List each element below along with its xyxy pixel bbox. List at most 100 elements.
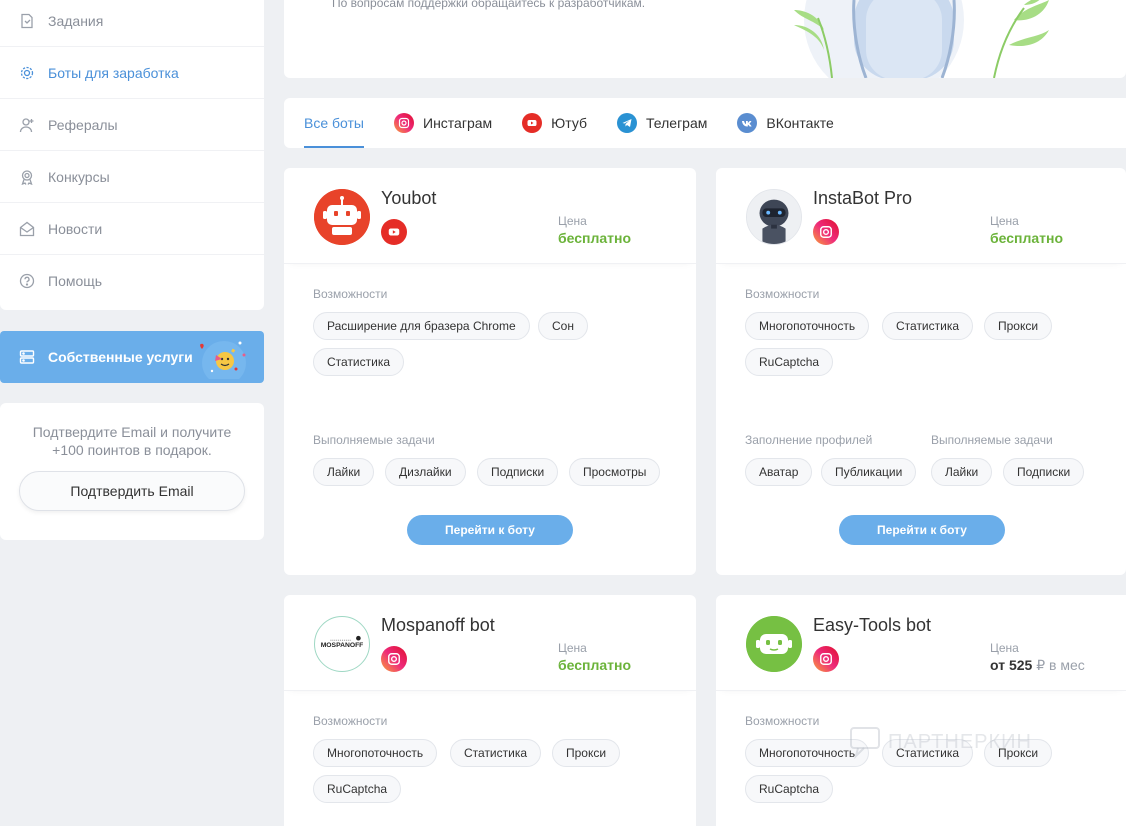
feature-chip: Статистика bbox=[313, 348, 405, 376]
platform-tabs: Все боты Инстаграм Ютуб Телеграм ВКонтак… bbox=[284, 98, 1126, 148]
robot-avatar bbox=[746, 189, 802, 245]
go-to-bot-button[interactable]: Перейти к боту bbox=[407, 515, 573, 545]
task-chip: Лайки bbox=[931, 458, 993, 486]
tab-instagram[interactable]: Инстаграм bbox=[394, 98, 492, 148]
tab-youtube[interactable]: Ютуб bbox=[522, 98, 587, 148]
instagram-icon bbox=[813, 219, 839, 245]
tab-label: Все боты bbox=[304, 115, 364, 131]
tab-label: ВКонтакте bbox=[766, 115, 834, 131]
email-confirm-card: Подтвердите Email и получите +100 поинто… bbox=[0, 403, 264, 540]
bot-card-instabot-pro: InstaBot Pro Цена бесплатно Возможности … bbox=[716, 168, 1126, 575]
mospanoff-logo: MOSPANOFF bbox=[314, 616, 370, 672]
tasks-label: Выполняемые задачи bbox=[313, 433, 435, 447]
youtube-icon bbox=[522, 113, 543, 133]
bot-card-header: InstaBot Pro Цена бесплатно bbox=[716, 168, 1126, 264]
own-services-button[interactable]: Собственные услуги bbox=[0, 331, 264, 383]
feature-chip: Расширение для бразера Chrome bbox=[313, 312, 530, 340]
task-chip: Дизлайки bbox=[385, 458, 466, 486]
sidebar-item-news[interactable]: Новости bbox=[0, 203, 264, 255]
feature-chip: Статистика bbox=[450, 739, 542, 767]
price-label: Цена bbox=[558, 214, 587, 228]
instagram-icon bbox=[813, 646, 839, 672]
sidebar-item-help[interactable]: Помощь bbox=[0, 255, 264, 307]
task-chip: Подписки bbox=[1003, 458, 1085, 486]
bot-card-header: Easy-Tools bot Цена от 525 ₽ в мес bbox=[716, 595, 1126, 691]
bot-card-easy-tools: Easy-Tools bot Цена от 525 ₽ в мес Возмо… bbox=[716, 595, 1126, 826]
feature-chip: RuCaptcha bbox=[745, 775, 834, 803]
bot-card-header: Youbot Цена бесплатно bbox=[284, 168, 696, 264]
chat-bubble-icon bbox=[850, 727, 880, 760]
email-prompt: Подтвердите Email и получите +100 поинто… bbox=[32, 424, 232, 458]
watermark: ПАРТНЕРКИН bbox=[848, 724, 1032, 760]
feature-chip: Статистика bbox=[882, 312, 974, 340]
features-label: Возможности bbox=[313, 714, 388, 728]
feature-chip: Прокси bbox=[552, 739, 621, 767]
price-value: бесплатно bbox=[558, 230, 632, 246]
vk-icon bbox=[737, 113, 758, 133]
robot-plant-illustration bbox=[794, 0, 1049, 78]
sidebar-item-bots[interactable]: Боты для заработка bbox=[0, 47, 264, 99]
sidebar-item-tasks[interactable]: Задания bbox=[0, 0, 264, 47]
support-banner: По вопросам поддержки обращайтесь к разр… bbox=[284, 0, 1126, 78]
bot-name: Mospanoff bot bbox=[381, 615, 495, 635]
medal-icon bbox=[18, 168, 36, 186]
sidebar-item-label: Новости bbox=[48, 220, 103, 237]
youtube-icon bbox=[381, 219, 407, 245]
price-value: от 525 ₽ в мес bbox=[990, 657, 1085, 674]
go-to-bot-button[interactable]: Перейти к боту bbox=[839, 515, 1005, 545]
bot-name: Easy-Tools bot bbox=[813, 615, 932, 635]
tab-vk[interactable]: ВКонтакте bbox=[737, 98, 834, 148]
task-chip: Просмотры bbox=[569, 458, 661, 486]
feature-chip: Многопоточность bbox=[313, 739, 438, 767]
features-label: Возможности bbox=[313, 287, 388, 301]
party-emoji-icon bbox=[200, 341, 246, 379]
bot-card-header: MOSPANOFF Mospanoff bot Цена бесплатно bbox=[284, 595, 696, 691]
features-label: Возможности bbox=[745, 714, 820, 728]
feature-chip: Многопоточность bbox=[745, 312, 870, 340]
own-services-label: Собственные услуги bbox=[48, 349, 193, 365]
sidebar-item-referrals[interactable]: Рефералы bbox=[0, 99, 264, 151]
sidebar-item-label: Боты для заработка bbox=[48, 64, 179, 81]
sidebar-item-label: Конкурсы bbox=[48, 168, 110, 185]
watermark-text: ПАРТНЕРКИН bbox=[888, 730, 1032, 753]
instagram-icon bbox=[381, 646, 407, 672]
tab-telegram[interactable]: Телеграм bbox=[617, 98, 707, 148]
tab-label: Телеграм bbox=[646, 115, 708, 131]
task-chip: Лайки bbox=[313, 458, 375, 486]
server-icon bbox=[18, 348, 36, 366]
svg-text:MOSPANOFF: MOSPANOFF bbox=[321, 642, 364, 649]
confirm-email-button[interactable]: Подтвердить Email bbox=[19, 471, 245, 511]
gear-icon bbox=[18, 64, 36, 82]
task-icon bbox=[18, 12, 36, 30]
help-icon bbox=[18, 272, 36, 290]
sidebar: Задания Боты для заработка Рефералы Конк… bbox=[0, 0, 264, 540]
task-chip: Подписки bbox=[477, 458, 559, 486]
tab-all-bots[interactable]: Все боты bbox=[304, 98, 364, 148]
bot-card-youbot: Youbot Цена бесплатно Возможности Расшир… bbox=[284, 168, 696, 575]
sidebar-nav: Задания Боты для заработка Рефералы Конк… bbox=[0, 0, 264, 310]
robot-avatar bbox=[746, 616, 802, 672]
tasks-label: Выполняемые задачи bbox=[931, 433, 1053, 447]
sidebar-item-contests[interactable]: Конкурсы bbox=[0, 151, 264, 203]
telegram-icon bbox=[617, 113, 638, 133]
price-label: Цена bbox=[558, 641, 587, 655]
price-amount: от 525 bbox=[990, 657, 1033, 673]
sidebar-item-label: Помощь bbox=[48, 273, 103, 289]
banner-text: По вопросам поддержки обращайтесь к разр… bbox=[332, 0, 646, 10]
feature-chip: Прокси bbox=[984, 312, 1053, 340]
price-label: Цена bbox=[990, 641, 1019, 655]
feature-chip: Сон bbox=[538, 312, 588, 340]
robot-avatar bbox=[314, 189, 370, 245]
sidebar-item-label: Задания bbox=[48, 13, 104, 29]
features-label: Возможности bbox=[745, 287, 820, 301]
tab-label: Ютуб bbox=[551, 115, 588, 131]
price-label: Цена bbox=[990, 214, 1019, 228]
profile-chip: Аватар bbox=[745, 458, 813, 486]
instagram-icon bbox=[394, 113, 414, 133]
profile-label: Заполнение профилей bbox=[745, 433, 873, 447]
bot-card-mospanoff: MOSPANOFF Mospanoff bot Цена бесплатно В… bbox=[284, 595, 696, 826]
feature-chip: RuCaptcha bbox=[313, 775, 402, 803]
mail-icon bbox=[18, 220, 36, 238]
sidebar-item-label: Рефералы bbox=[48, 116, 118, 133]
tab-label: Инстаграм bbox=[423, 115, 493, 131]
